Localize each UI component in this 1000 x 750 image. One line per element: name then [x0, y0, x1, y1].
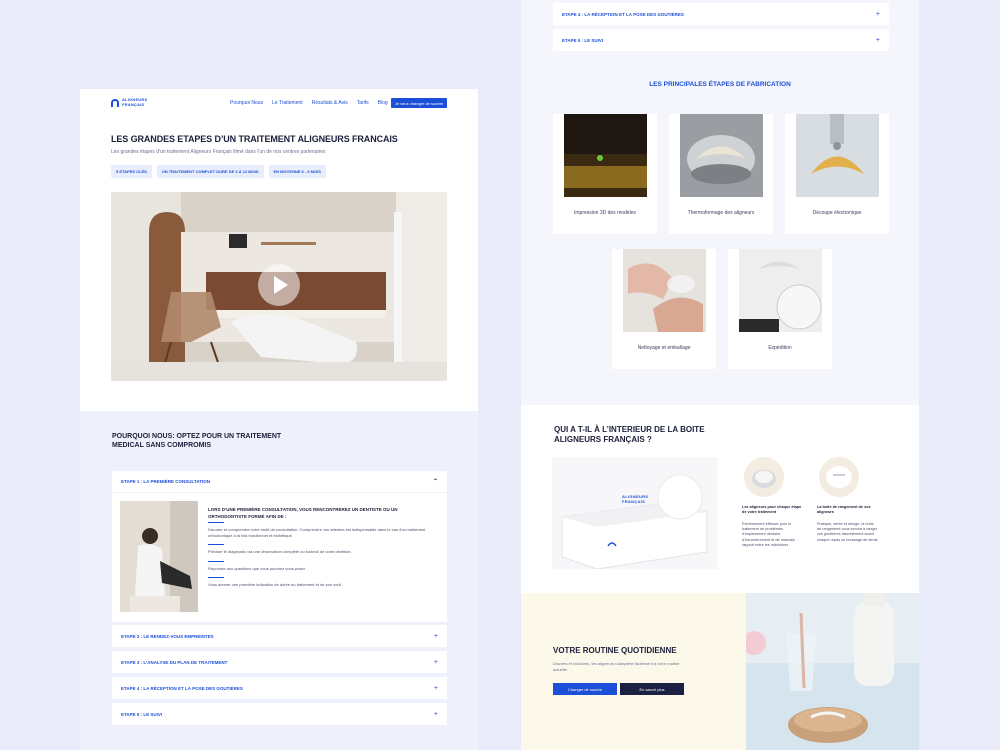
- routine-desc: Discrets et indolores, les aligneurs s'a…: [553, 661, 680, 672]
- plus-icon: +: [875, 10, 880, 18]
- card-caption: Thermoformage des aligneurs: [687, 210, 755, 216]
- cleaning-photo: [623, 249, 706, 332]
- feature-storage-box: La boîte de rangement de vos aligneurs P…: [817, 457, 879, 543]
- thermoforming-photo: [680, 114, 763, 197]
- fabrication-title: LES PRINCIPALES ÉTAPES DE FABRICATION: [649, 81, 791, 88]
- treatment-video[interactable]: [111, 192, 447, 381]
- daily-routine-section: VOTRE ROUTINE QUOTIDIENNE Discrets et in…: [521, 593, 746, 750]
- pill-average: EN MOYENNE 6 - 9 MOIS: [268, 165, 326, 178]
- 3d-printing-photo: [564, 114, 647, 197]
- aligner-box-photo: ALIGNEURS FRANÇAIS: [552, 457, 718, 569]
- accordion-step-4[interactable]: ETAPE 4 : LA RÉCEPTION ET LA POSE DES GO…: [112, 677, 447, 699]
- nav-cta-button[interactable]: Je veux changer de sourire: [391, 98, 447, 108]
- chevron-up-icon: ⌃: [432, 479, 438, 485]
- top-navbar: ALIGNEURS FRANÇAIS Pourquoi Nous Le Trai…: [80, 89, 478, 119]
- card-caption: Expédition: [768, 345, 792, 351]
- feature-title: La boîte de rangement de vos aligneurs: [817, 505, 871, 514]
- step-1-point: Vous donner une première indication de d…: [208, 577, 428, 588]
- step-3-label: ETAPE 3 : L'ANALYSE DU PLAN DE TRAITEMEN…: [121, 659, 228, 665]
- nav-link-resultats-avis[interactable]: Résultats & Avis: [312, 100, 348, 106]
- step-5-label: ETAPE 5 : LE SUIVI: [121, 711, 163, 717]
- step-1-content: LORS D’UNE PREMIÈRE CONSULTATION, VOUS R…: [208, 506, 428, 588]
- plus-icon: +: [433, 710, 438, 718]
- key-facts-pills: 5 ETAPES CLÉS UN TRAITEMENT COMPLET DURE…: [111, 165, 326, 178]
- accordion-step-5[interactable]: ETAPE 5 : LE SUIVI +: [112, 703, 447, 725]
- nav-link-tarifs[interactable]: Tarifs: [357, 100, 369, 106]
- step-1-point: Discuter et comprendre votre motif de co…: [208, 522, 428, 538]
- fabrication-card-3d-printing: Impression 3D des modèles: [553, 114, 657, 234]
- storage-box-photo: [819, 457, 859, 497]
- plus-icon: +: [875, 36, 880, 44]
- nav-link-blog[interactable]: Blog: [378, 100, 388, 106]
- feature-title: Les aligneurs pour chaque étape de votre…: [742, 505, 802, 514]
- why-us-section: POURQUOI NOUS: OPTEZ POUR UN TRAITEMENT …: [80, 411, 478, 750]
- nav-link-le-traitement[interactable]: Le Traitement: [272, 100, 303, 106]
- learn-more-button[interactable]: En savoir plus: [620, 683, 684, 695]
- fabrication-card-cleaning: Nettoyage et emballage: [612, 249, 716, 369]
- step-4-label: ETAPE 4 : LA RÉCEPTION ET LA POSE DES GO…: [562, 11, 684, 17]
- step-1-lead: LORS D’UNE PREMIÈRE CONSULTATION, VOUS R…: [208, 507, 398, 519]
- step-2-label: ETAPE 2 : LE RENDEZ-VOUS EMPREINTES: [121, 633, 214, 639]
- card-caption: Nettoyage et emballage: [637, 345, 691, 351]
- box-contents-section: QUI A T-IL À L’INTERIEUR DE LA BOITE ALI…: [521, 405, 919, 593]
- plus-icon: +: [433, 684, 438, 692]
- step-1-label: ETAPE 1 : LA PREMIÈRE CONSULTATION: [121, 479, 211, 484]
- accordion-step-3[interactable]: ETAPE 3 : L'ANALYSE DU PLAN DE TRAITEMEN…: [112, 651, 447, 673]
- cutting-photo: [796, 114, 879, 197]
- feature-desc: Pratique, sérée et design, la boîte de r…: [817, 522, 879, 542]
- pill-steps: 5 ETAPES CLÉS: [111, 165, 152, 178]
- consultation-photo: [120, 501, 198, 612]
- pill-duration: UN TRAITEMENT COMPLET DURE DE 3 À 12 MOI…: [156, 165, 264, 178]
- plus-icon: +: [433, 658, 438, 666]
- box-brand-text: ALIGNEURS FRANÇAIS: [622, 494, 649, 504]
- fabrication-card-cutting: Découpe électronique: [785, 114, 889, 234]
- box-contents-title: QUI A T-IL À L’INTERIEUR DE LA BOITE ALI…: [554, 425, 705, 444]
- feature-aligners: Les aligneurs pour chaque étape de votre…: [742, 457, 804, 548]
- fabrication-card-thermoforming: Thermoformage des aligneurs: [669, 114, 773, 234]
- accordion-step-2[interactable]: ETAPE 2 : LE RENDEZ-VOUS EMPREINTES +: [112, 625, 447, 647]
- aligners-case-photo: [744, 457, 784, 497]
- site-logo[interactable]: ALIGNEURS FRANÇAIS: [111, 97, 148, 107]
- step-1-point: Préciser le diagnostic via une observati…: [208, 544, 428, 555]
- left-page-mockup: ALIGNEURS FRANÇAIS Pourquoi Nous Le Trai…: [80, 89, 478, 750]
- step-1-point: Répondre aux questions que vous pourriez…: [208, 560, 428, 572]
- why-us-title: POURQUOI NOUS: OPTEZ POUR UN TRAITEMENT …: [112, 433, 282, 449]
- play-icon[interactable]: [258, 264, 300, 306]
- step-5-label: ETAPE 5 : LE SUIVI: [562, 37, 604, 43]
- logo-arch-icon: [111, 98, 119, 107]
- accordion-step-4[interactable]: ETAPE 4 : LA RÉCEPTION ET LA POSE DES GO…: [553, 3, 889, 25]
- right-page-mockup: ETAPE 4 : LA RÉCEPTION ET LA POSE DES GO…: [521, 0, 919, 750]
- routine-photo: [746, 593, 919, 750]
- page-title: LES GRANDES ETAPES D’UN TRAITEMENT ALIGN…: [111, 134, 398, 144]
- change-smile-button[interactable]: Changer de sourire: [553, 683, 617, 695]
- step-4-label: ETAPE 4 : LA RÉCEPTION ET LA POSE DES GO…: [121, 685, 243, 691]
- card-caption: Impression 3D des modèles: [574, 210, 636, 216]
- accordion-step-1-open: ETAPE 1 : LA PREMIÈRE CONSULTATION ⌃ LOR…: [112, 471, 447, 622]
- routine-title: VOTRE ROUTINE QUOTIDIENNE: [553, 646, 677, 655]
- plus-icon: +: [433, 632, 438, 640]
- shipping-photo: [739, 249, 822, 332]
- accordion-step-5[interactable]: ETAPE 5 : LE SUIVI +: [553, 29, 889, 51]
- accordion-step-1-header[interactable]: ETAPE 1 : LA PREMIÈRE CONSULTATION ⌃: [112, 471, 447, 493]
- page-subtitle: Les grandes étapes d'un traitement Align…: [111, 149, 326, 155]
- feature-desc: Extrêmement efficace pour le traitement …: [742, 522, 795, 547]
- card-caption: Découpe électronique: [812, 210, 862, 216]
- fabrication-card-shipping: Expédition: [728, 249, 832, 369]
- logo-text: ALIGNEURS FRANÇAIS: [122, 97, 148, 107]
- nav-link-pourquoi-nous[interactable]: Pourquoi Nous: [230, 100, 263, 106]
- nav-links: Pourquoi Nous Le Traitement Résultats & …: [230, 100, 388, 106]
